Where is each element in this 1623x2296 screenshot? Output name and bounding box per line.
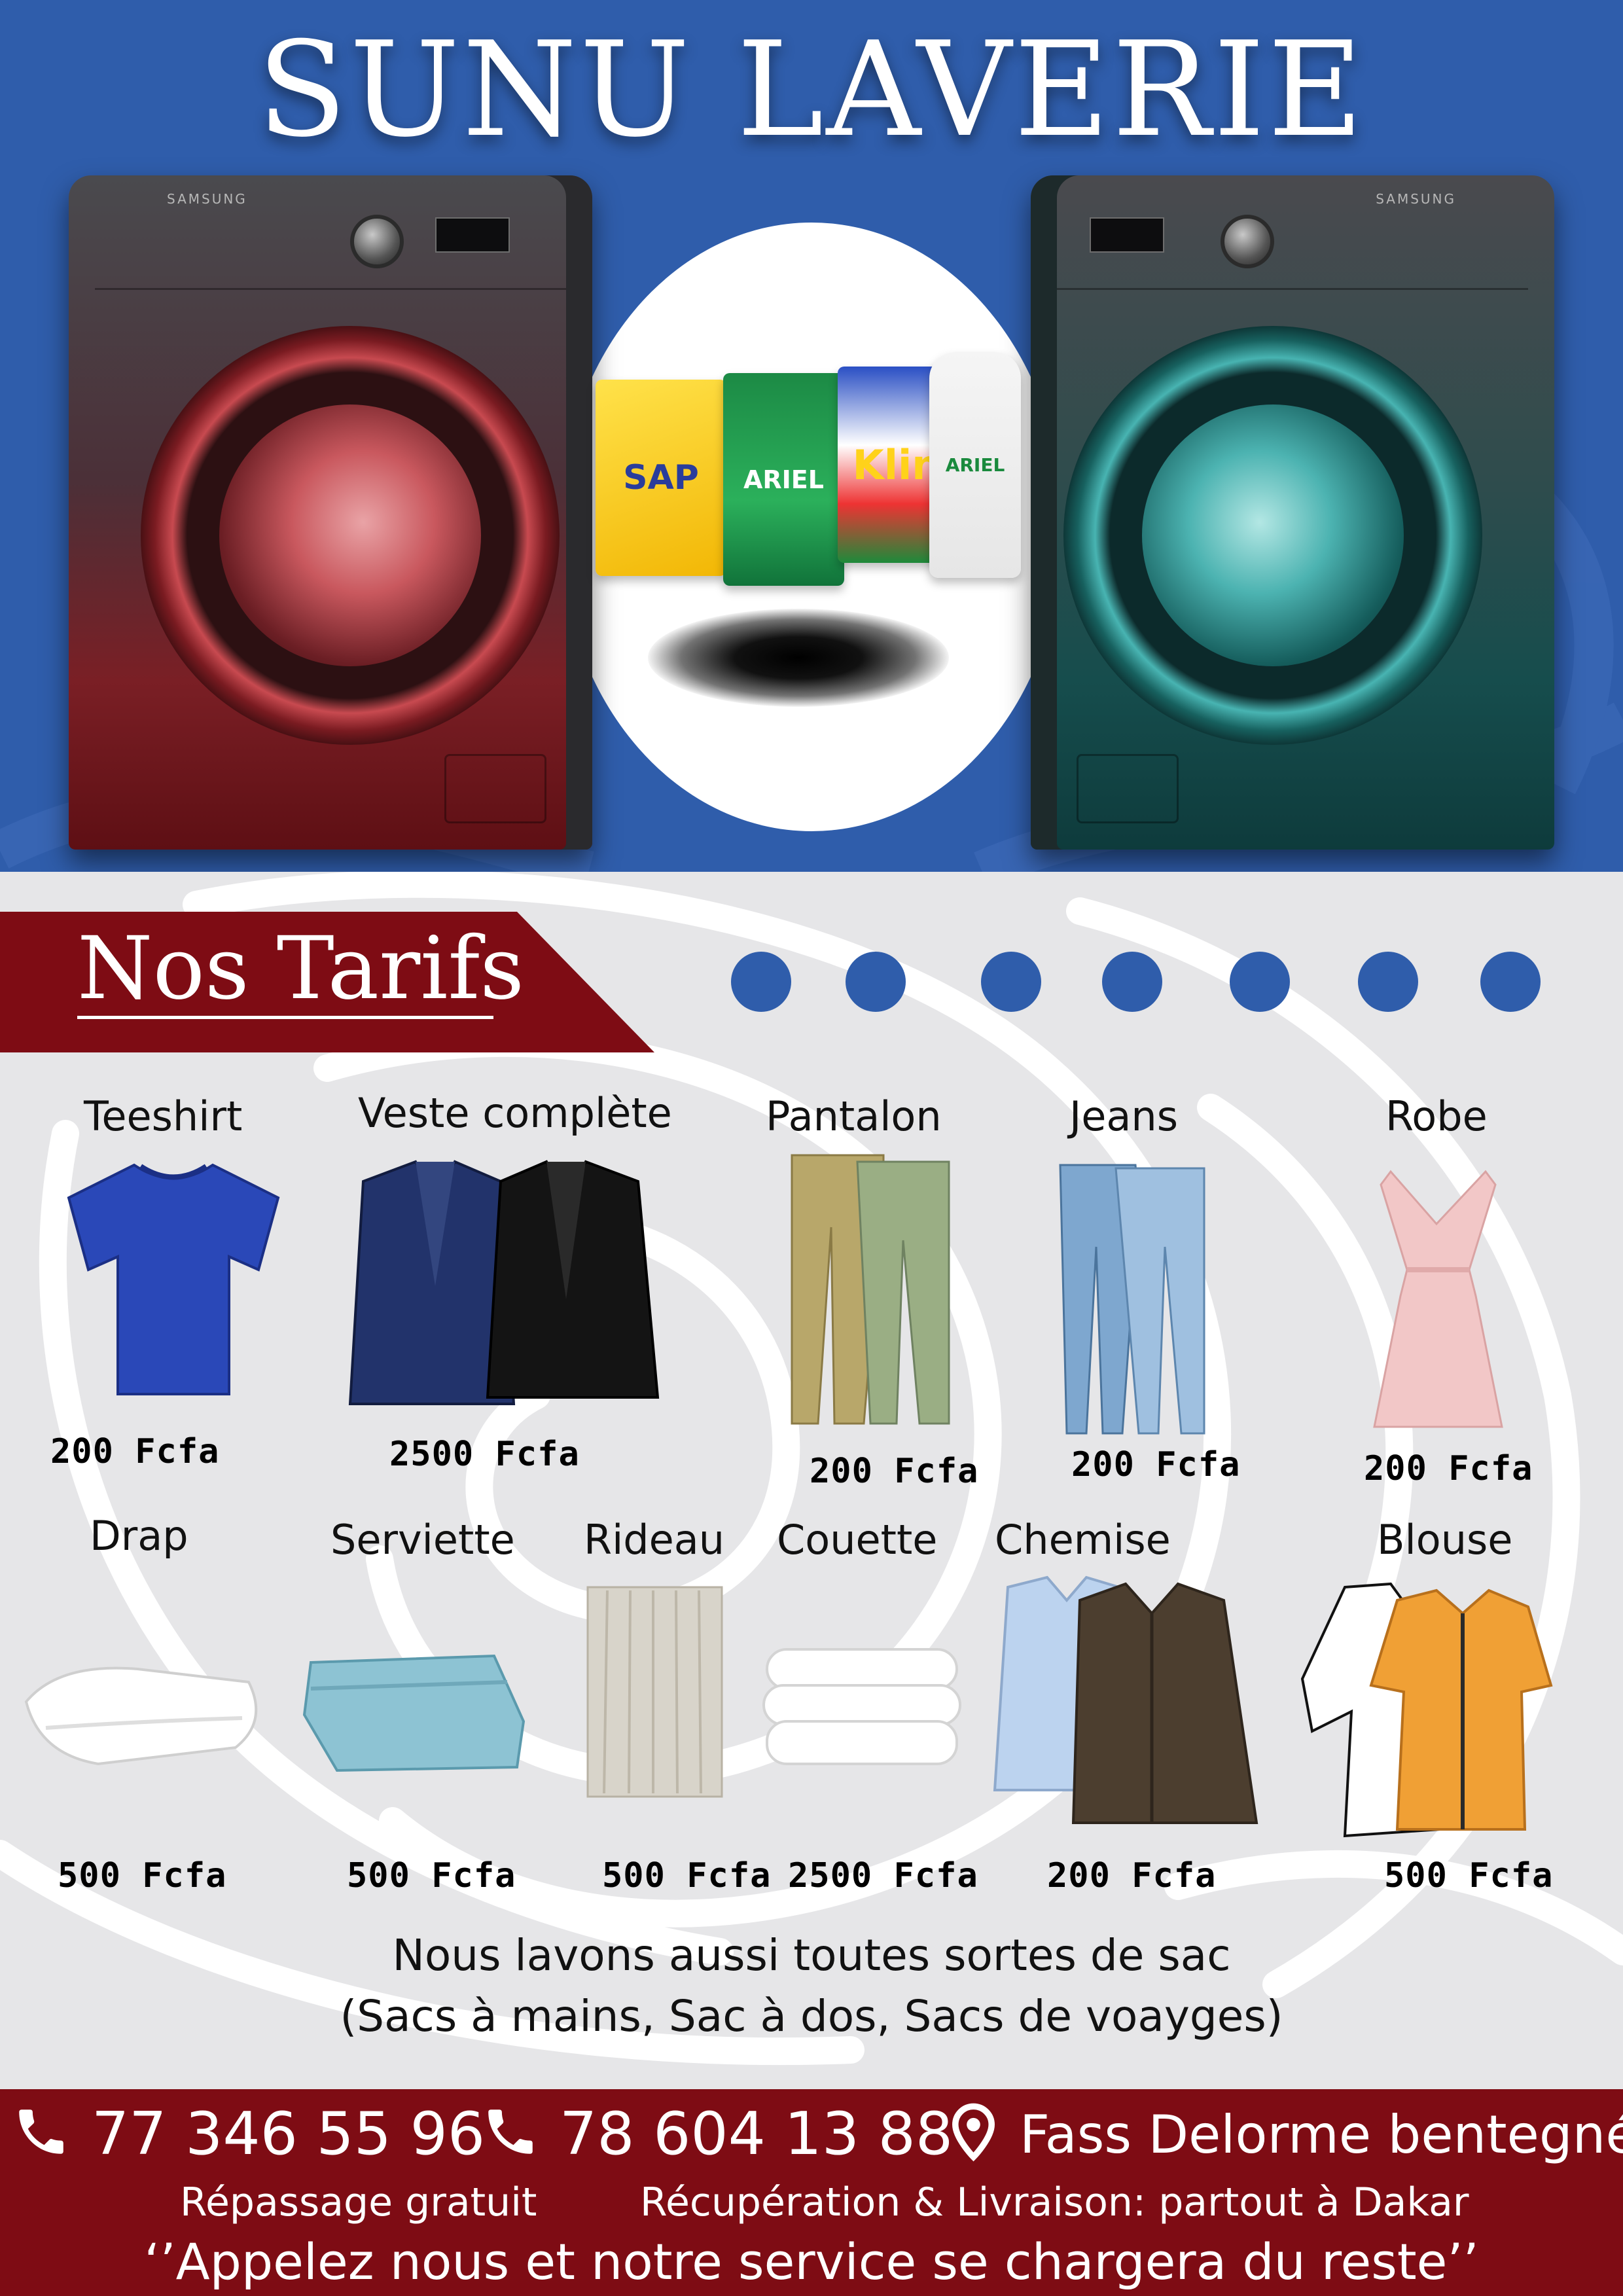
serviette-image — [302, 1654, 526, 1772]
hero-section: SUNU LAVERIE SAMSUNG SAMSUNG SAP ARIEL K… — [0, 0, 1623, 872]
price-drap: 500 Fcfa — [58, 1856, 227, 1895]
detergent-ariel-liquid: ARIEL — [929, 352, 1021, 578]
price-couette: 2500 Fcfa — [788, 1856, 978, 1895]
item-label-robe: Robe — [1385, 1092, 1488, 1140]
couette-image — [762, 1648, 961, 1765]
item-label-couette: Couette — [777, 1516, 938, 1564]
veste-image — [348, 1160, 660, 1405]
washing-machine-teal: SAMSUNG — [1031, 175, 1554, 850]
delivery-text: Récupération & Livraison: partout à Daka… — [640, 2179, 1469, 2225]
item-label-rideau: Rideau — [584, 1516, 725, 1564]
decorative-dot — [1102, 952, 1162, 1012]
machine-display — [1090, 217, 1164, 253]
jeans-image — [1059, 1164, 1205, 1435]
detergent-sap: SAP — [596, 380, 726, 576]
pantalon-image — [791, 1154, 950, 1425]
detergent-products: SAP ARIEL Klin ARIEL — [596, 352, 1027, 589]
tarifs-title: Nos Tarifs — [77, 918, 525, 1019]
tarifs-underline — [77, 1016, 493, 1019]
washing-machine-red: SAMSUNG — [69, 175, 592, 850]
page-title: SUNU LAVERIE — [257, 14, 1366, 166]
chemise-image — [993, 1575, 1258, 1824]
decorative-dot — [1230, 952, 1290, 1012]
phone-number-1[interactable]: 77 346 55 96 — [92, 2105, 485, 2164]
price-chemise: 200 Fcfa — [1047, 1856, 1217, 1895]
bags-line-1: Nous lavons aussi toutes sortes de sac — [392, 1930, 1231, 1981]
decorative-dot — [731, 952, 791, 1012]
decorative-dot — [1358, 952, 1418, 1012]
drap-image — [24, 1666, 258, 1766]
phone-number-2[interactable]: 78 604 13 88 — [560, 2105, 953, 2164]
price-pantalon: 200 Fcfa — [810, 1452, 979, 1491]
item-label-chemise: Chemise — [995, 1516, 1171, 1564]
machine-filter-door — [444, 754, 546, 823]
machine-brand: SAMSUNG — [167, 191, 247, 207]
teeshirt-image — [67, 1163, 280, 1395]
address-text: Fass Delorme bentegné — [1020, 2104, 1623, 2165]
detergent-ariel-powder: ARIEL — [723, 373, 844, 586]
product-shadow — [648, 609, 949, 707]
rideau-image — [586, 1586, 723, 1798]
machine-display — [435, 217, 510, 253]
item-label-jeans: Jeans — [1069, 1092, 1179, 1140]
blouse-image — [1300, 1582, 1553, 1838]
robe-image — [1373, 1170, 1503, 1428]
price-teeshirt: 200 Fcfa — [50, 1432, 220, 1471]
price-rideau: 500 Fcfa — [602, 1856, 772, 1895]
price-robe: 200 Fcfa — [1364, 1449, 1533, 1488]
machine-knob — [1221, 215, 1274, 268]
decorative-dot — [846, 952, 906, 1012]
price-veste: 2500 Fcfa — [389, 1435, 580, 1474]
decorative-dot — [1480, 952, 1541, 1012]
price-blouse: 500 Fcfa — [1384, 1856, 1554, 1895]
slogan-text: ‘’Appelez nous et notre service se charg… — [144, 2233, 1479, 2291]
machine-door-glass — [219, 404, 481, 666]
location-pin-icon — [952, 2103, 995, 2162]
price-jeans: 200 Fcfa — [1071, 1445, 1241, 1484]
machine-brand: SAMSUNG — [1376, 191, 1456, 207]
item-label-drap: Drap — [90, 1512, 188, 1560]
item-label-pantalon: Pantalon — [766, 1092, 942, 1140]
machine-knob — [350, 215, 404, 268]
item-label-blouse: Blouse — [1377, 1516, 1513, 1564]
decorative-dot — [981, 952, 1041, 1012]
machine-door-glass — [1142, 404, 1404, 666]
ironing-text: Répassage gratuit — [180, 2179, 537, 2225]
item-label-veste: Veste complète — [358, 1089, 672, 1137]
machine-filter-door — [1077, 754, 1179, 823]
phone-icon — [19, 2109, 63, 2154]
item-label-teeshirt: Teeshirt — [84, 1092, 243, 1140]
item-label-serviette: Serviette — [330, 1516, 515, 1564]
price-serviette: 500 Fcfa — [347, 1856, 516, 1895]
bags-line-2: (Sacs à mains, Sac à dos, Sacs de voayge… — [340, 1991, 1283, 2041]
phone-icon — [488, 2109, 533, 2154]
